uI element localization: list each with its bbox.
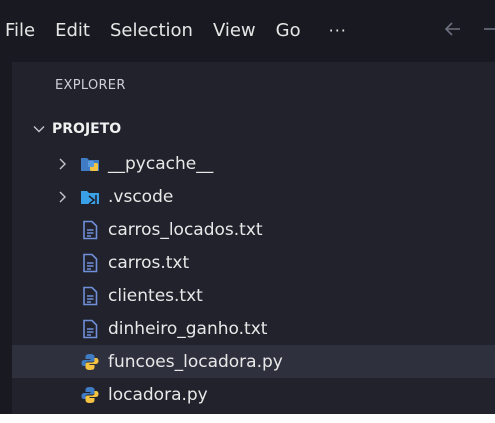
tree-item-label: dinheiro_ganho.txt bbox=[108, 318, 268, 339]
menu-edit[interactable]: Edit bbox=[45, 0, 100, 62]
tree-item-carros[interactable]: carros.txt bbox=[12, 246, 495, 279]
tree-item-locadora[interactable]: locadora.py bbox=[12, 378, 495, 411]
vscode-folder-icon bbox=[81, 190, 99, 205]
menu-file[interactable]: File bbox=[0, 0, 45, 62]
text-file-icon bbox=[83, 286, 98, 305]
tree-item-dinheiro-ganho[interactable]: dinheiro_ganho.txt bbox=[12, 312, 495, 345]
tree-item-label: funcoes_locadora.py bbox=[108, 351, 283, 372]
explorer-panel: EXPLORER PROJETO __pycache__ .vscode car… bbox=[0, 62, 495, 414]
vscode-window: File Edit Selection View Go ··· EXPLORER… bbox=[0, 0, 495, 414]
tree-item-label: locadora.py bbox=[108, 384, 208, 405]
back-arrow-icon[interactable] bbox=[442, 18, 464, 40]
file-tree: __pycache__ .vscode carros_locados.txt c… bbox=[12, 147, 495, 411]
menu-view[interactable]: View bbox=[203, 0, 266, 62]
menu-selection[interactable]: Selection bbox=[100, 0, 203, 62]
project-section-header[interactable]: PROJETO bbox=[32, 118, 121, 140]
python-folder-icon bbox=[81, 157, 99, 171]
forward-arrow-icon[interactable] bbox=[484, 18, 495, 40]
chevron-right-icon bbox=[59, 191, 66, 202]
tree-item-vscode[interactable]: .vscode bbox=[12, 180, 495, 213]
tree-item-label: .vscode bbox=[108, 186, 174, 207]
tree-item-label: __pycache__ bbox=[108, 153, 214, 174]
text-file-icon bbox=[83, 220, 98, 239]
tree-item-label: clientes.txt bbox=[108, 285, 203, 306]
text-file-icon bbox=[83, 253, 98, 272]
python-file-icon bbox=[81, 353, 99, 370]
project-name: PROJETO bbox=[52, 121, 122, 137]
menu-bar: File Edit Selection View Go ··· bbox=[0, 0, 495, 62]
chevron-down-icon bbox=[33, 126, 45, 133]
tree-item-label: carros_locados.txt bbox=[108, 219, 263, 240]
chevron-right-icon bbox=[59, 158, 66, 169]
tree-item-funcoes-locadora[interactable]: funcoes_locadora.py bbox=[12, 345, 495, 378]
menu-more-button[interactable]: ··· bbox=[311, 0, 365, 62]
menu-go[interactable]: Go bbox=[266, 0, 311, 62]
text-file-icon bbox=[83, 319, 98, 338]
python-file-icon bbox=[81, 386, 99, 403]
tree-item-carros-locados[interactable]: carros_locados.txt bbox=[12, 213, 495, 246]
tree-item-pycache[interactable]: __pycache__ bbox=[12, 147, 495, 180]
tree-item-clientes[interactable]: clientes.txt bbox=[12, 279, 495, 312]
explorer-title: EXPLORER bbox=[55, 78, 126, 93]
tree-item-label: carros.txt bbox=[108, 252, 190, 273]
